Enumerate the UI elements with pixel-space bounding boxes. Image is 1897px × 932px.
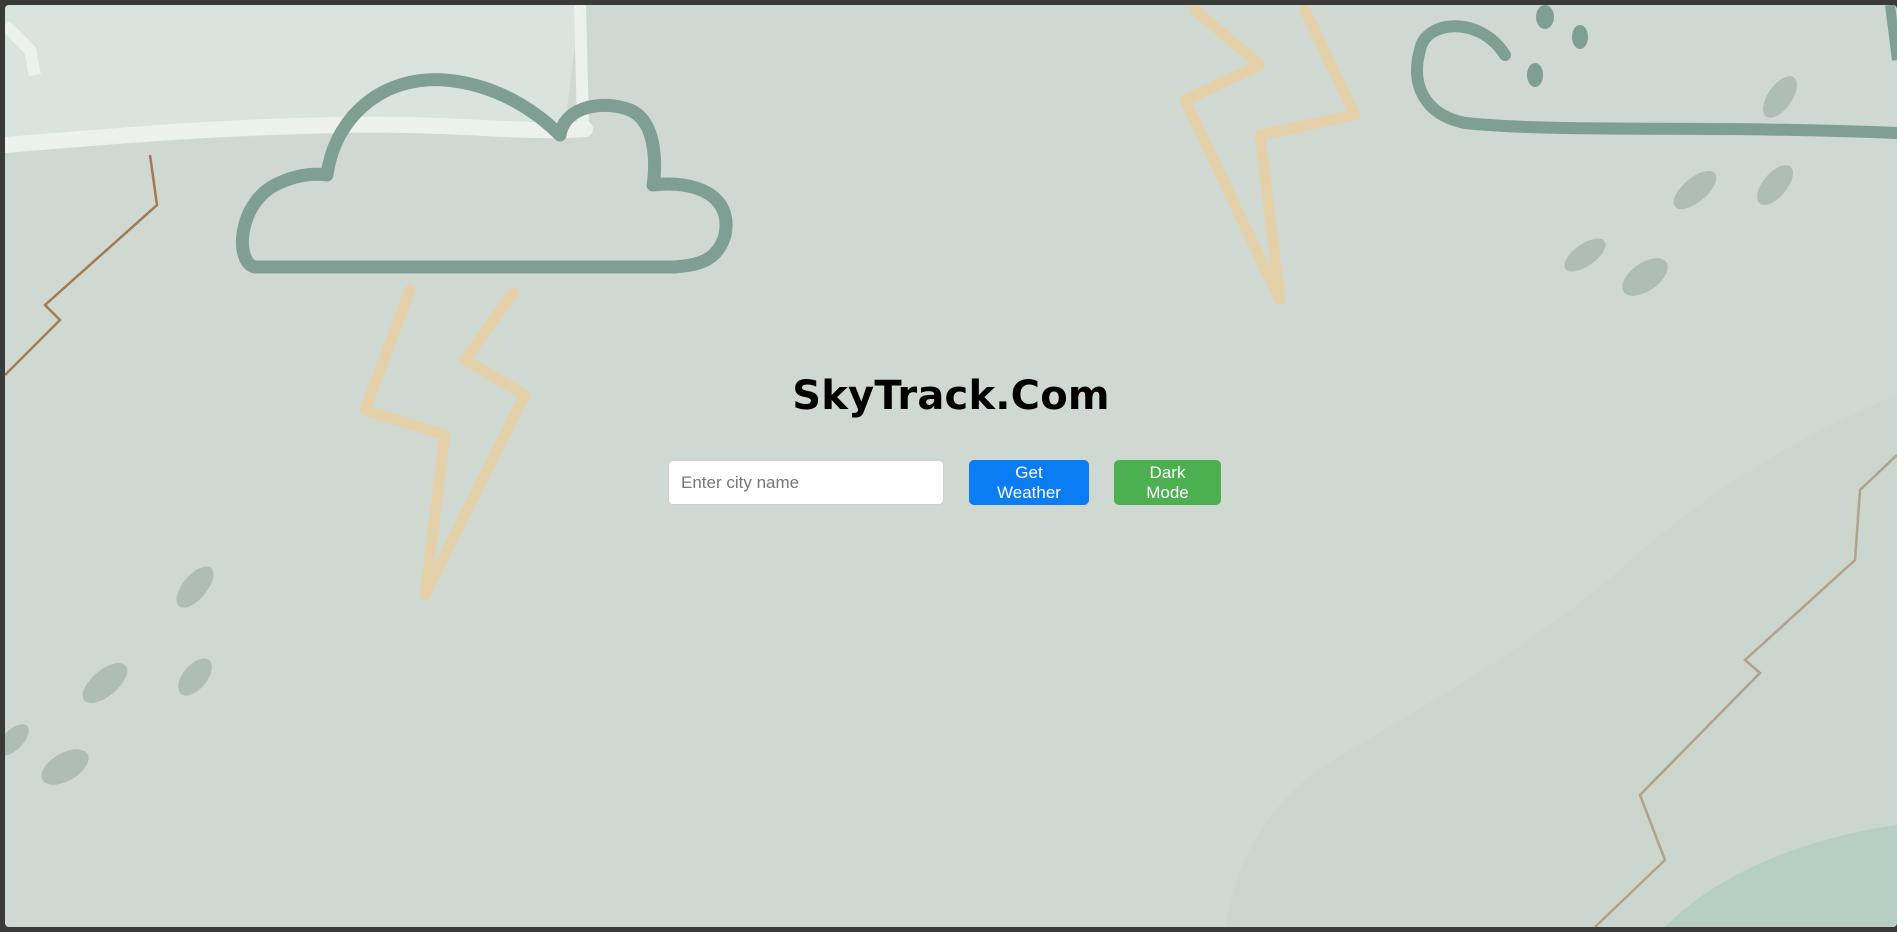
get-weather-button[interactable]: Get Weather	[969, 460, 1089, 505]
search-controls: Get Weather Dark Mode	[668, 460, 1221, 505]
browser-viewport: SkyTrack.Com Get Weather Dark Mode	[5, 5, 1897, 927]
city-search-input[interactable]	[668, 460, 944, 505]
page-title: SkyTrack.Com	[792, 373, 1110, 419]
dark-mode-button[interactable]: Dark Mode	[1114, 460, 1221, 505]
main-content: SkyTrack.Com Get Weather Dark Mode	[5, 5, 1897, 927]
